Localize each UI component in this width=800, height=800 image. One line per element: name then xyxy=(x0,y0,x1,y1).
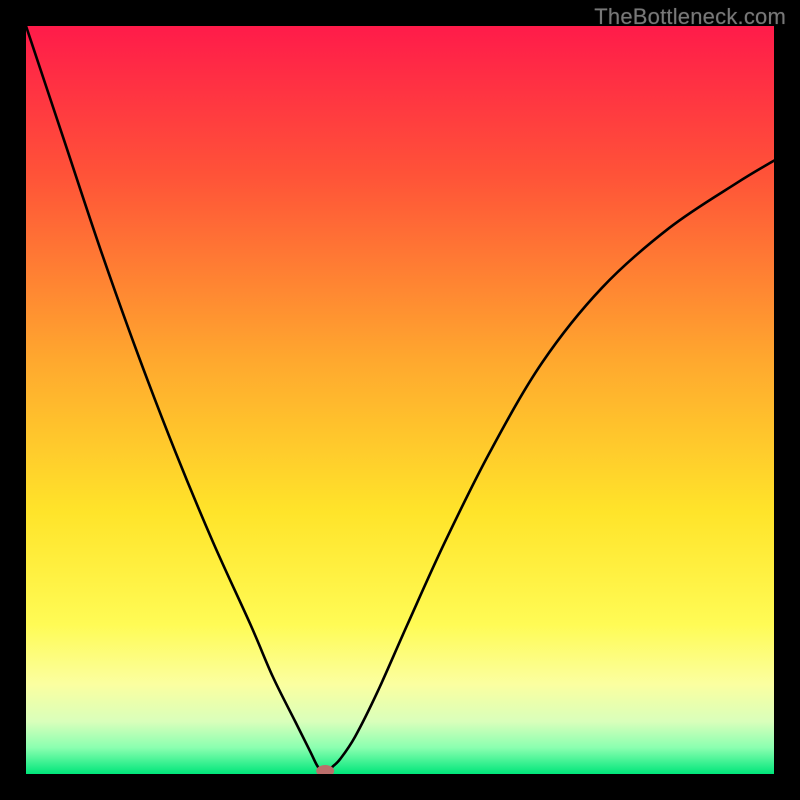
chart-background xyxy=(26,26,774,774)
chart-svg xyxy=(26,26,774,774)
watermark-text: TheBottleneck.com xyxy=(594,4,786,30)
chart-area xyxy=(26,26,774,774)
